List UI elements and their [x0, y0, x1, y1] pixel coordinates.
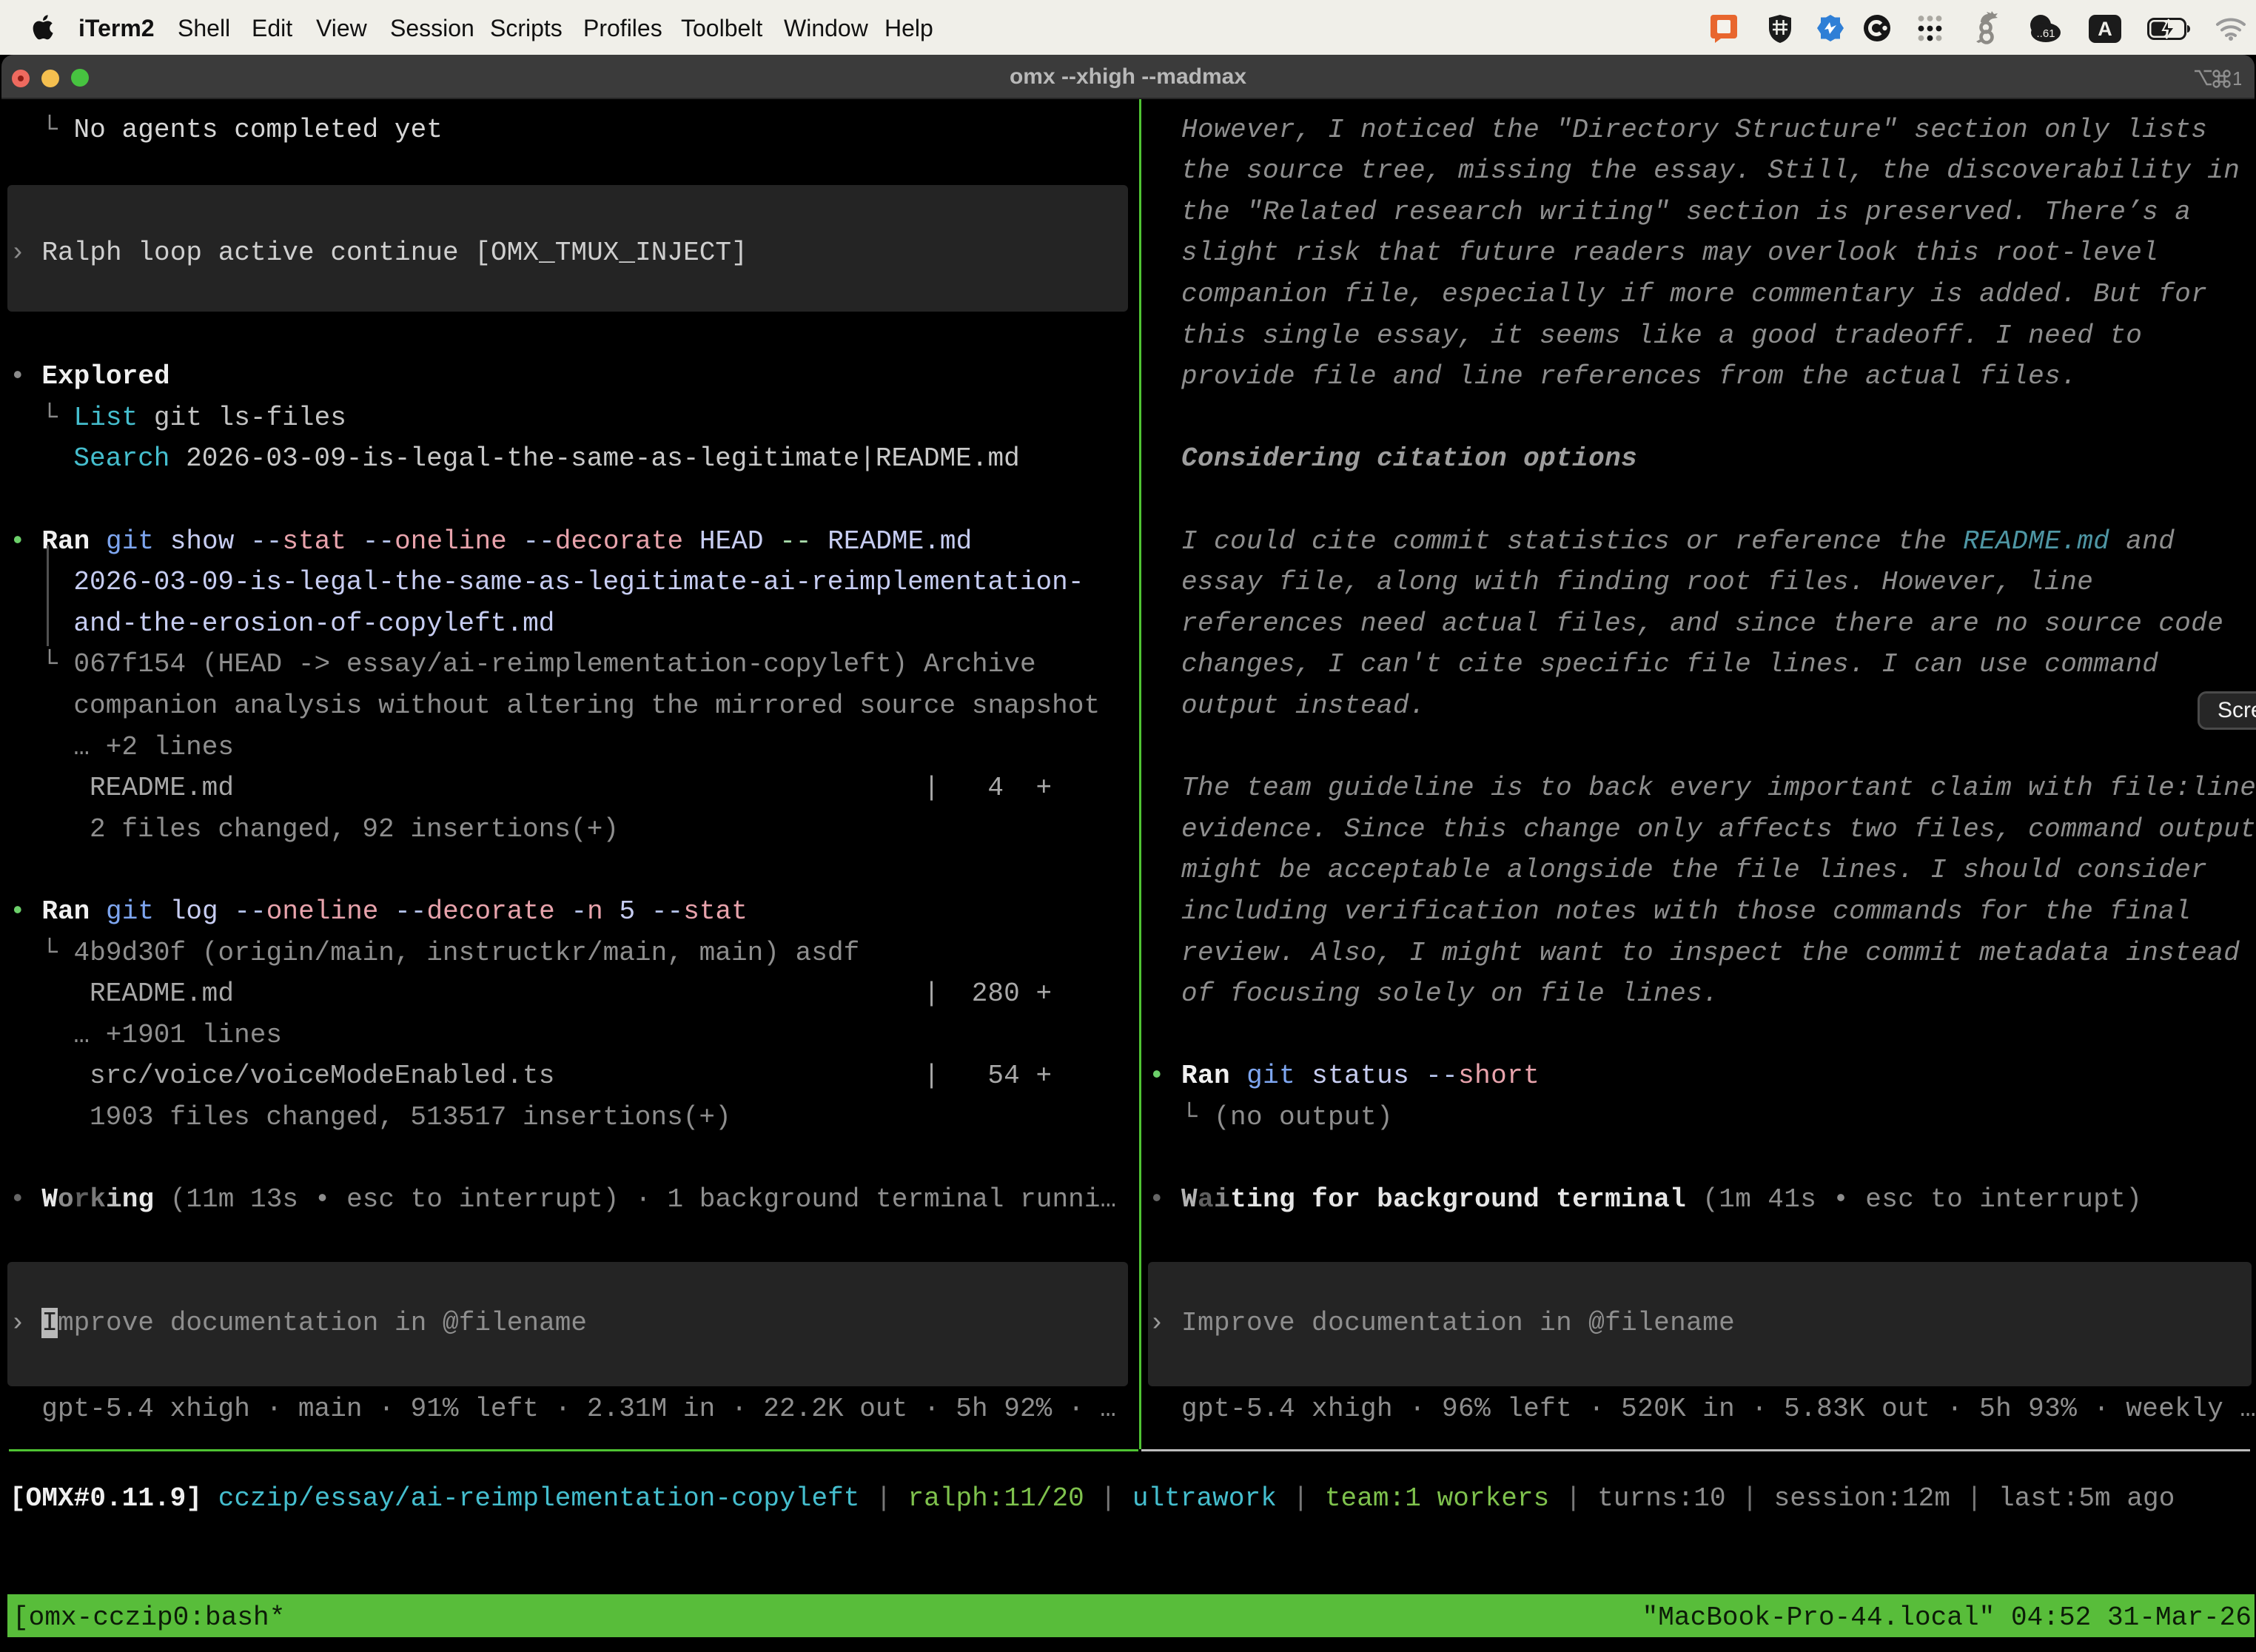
svg-text:1: 1 [2232, 67, 2241, 90]
svg-text:..61: ..61 [2036, 27, 2055, 40]
